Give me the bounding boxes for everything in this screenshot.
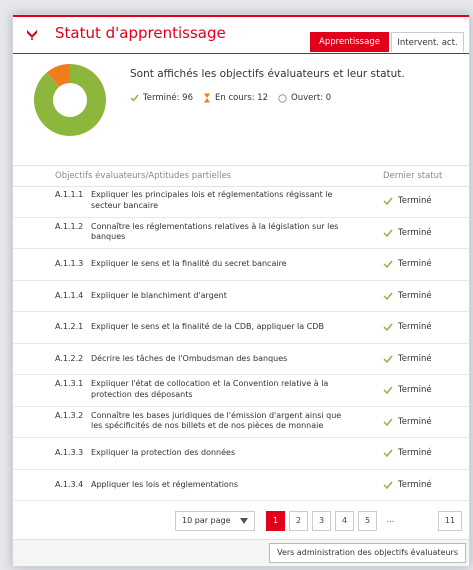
row-code: A.1.3.4 xyxy=(55,479,84,489)
row-code: A.1.3.1 xyxy=(55,379,84,388)
row-description: Expliquer le blanchiment d'argent xyxy=(91,290,227,300)
row-status: Terminé xyxy=(383,228,432,238)
check-icon xyxy=(383,323,393,331)
page-button-5[interactable]: 5 xyxy=(358,511,377,531)
row-status: Terminé xyxy=(383,196,432,206)
table-row[interactable]: A.1.3.2 Connaître les bases juridiques d… xyxy=(13,407,469,438)
row-code: A.1.2.1 xyxy=(55,322,84,331)
col-objectives-header: Objectifs évaluateurs/Aptitudes partiell… xyxy=(55,171,232,181)
check-icon xyxy=(383,292,393,300)
row-description: Décrire les tâches de l'Ombudsman des ba… xyxy=(91,353,288,363)
tab-intervent-act[interactable]: Intervent. act. xyxy=(391,32,464,52)
table-row[interactable]: A.1.2.1 Expliquer le sens et la finalité… xyxy=(13,312,469,344)
row-status: Terminé xyxy=(383,417,432,427)
row-description: Expliquer le sens et la finalité du secr… xyxy=(91,259,287,268)
row-code: A.1.3.2 xyxy=(55,410,84,420)
page-title: Statut d'apprentissage xyxy=(55,24,226,42)
row-status-label: Terminé xyxy=(398,448,432,458)
row-description: Appliquer les lois et réglementations xyxy=(91,479,239,489)
table-row[interactable]: A.1.3.4 Appliquer les lois et réglementa… xyxy=(13,470,469,501)
row-status-label: Terminé xyxy=(398,259,432,269)
row-status: Terminé xyxy=(383,385,432,395)
row-code: A.1.3.3 xyxy=(55,448,84,457)
circle-icon xyxy=(278,93,287,103)
check-icon xyxy=(383,481,393,489)
row-description: Connaître les bases juridiques de l'émis… xyxy=(91,410,342,431)
stat-done: Terminé: 96 xyxy=(130,93,193,103)
check-icon xyxy=(130,94,139,102)
row-status-label: Terminé xyxy=(398,385,432,395)
table-row[interactable]: A.1.1.4 Expliquer le blanchiment d'argen… xyxy=(13,281,469,312)
stat-open-label: Ouvert: xyxy=(291,93,324,103)
status-counts: Terminé: 96 En cours: 12 Ouvert: 0 xyxy=(130,93,341,103)
page-button-4[interactable]: 4 xyxy=(335,511,354,531)
row-status-label: Terminé xyxy=(398,227,432,238)
table-row[interactable]: A.1.1.2 Connaître les réglementations re… xyxy=(13,218,469,249)
caret-down-icon xyxy=(240,518,248,524)
check-icon xyxy=(383,386,393,394)
row-status-label: Terminé xyxy=(398,196,432,206)
row-status-label: Terminé xyxy=(398,353,432,364)
stat-in-progress: En cours: 12 xyxy=(203,93,268,103)
table-row[interactable]: A.1.1.1 Expliquer les principales lois e… xyxy=(13,186,469,218)
row-description: Expliquer les principales lois et réglem… xyxy=(91,190,333,210)
check-icon xyxy=(383,260,393,268)
stat-done-count: 96 xyxy=(182,93,193,103)
row-status-label: Terminé xyxy=(398,479,432,490)
table-header: Objectifs évaluateurs/Aptitudes partiell… xyxy=(13,165,469,187)
stat-open-count: 0 xyxy=(325,93,332,103)
panel-header: Statut d'apprentissage Apprentissage Int… xyxy=(13,15,469,54)
hourglass-icon xyxy=(203,93,210,103)
stat-open: Ouvert: 0 xyxy=(278,93,331,103)
check-icon xyxy=(383,418,393,426)
stat-done-label: Terminé: xyxy=(143,93,180,103)
row-status: Terminé xyxy=(383,480,432,490)
row-status-label: Terminé xyxy=(398,416,432,427)
learning-status-panel: Statut d'apprentissage Apprentissage Int… xyxy=(12,14,470,567)
page-button-3[interactable]: 3 xyxy=(312,511,331,531)
graduation-icon xyxy=(27,30,37,40)
row-status-label: Terminé xyxy=(398,322,432,332)
page-button-11[interactable]: 11 xyxy=(438,511,462,531)
row-description: Expliquer la protection des données xyxy=(91,448,236,457)
check-icon xyxy=(383,197,393,205)
col-status-header: Dernier statut xyxy=(383,171,443,181)
page-ellipsis: ... xyxy=(386,515,395,524)
objectives-table: A.1.1.1 Expliquer les principales lois e… xyxy=(13,186,469,501)
per-page-value: 10 par page xyxy=(182,516,231,525)
row-description: Connaître les réglementations relatives … xyxy=(91,221,339,242)
check-icon xyxy=(383,449,393,457)
panel-footer: Vers administration des objectifs évalua… xyxy=(13,539,469,566)
row-description: Expliquer le sens et la finalité de la C… xyxy=(91,322,324,331)
objectives-admin-button[interactable]: Vers administration des objectifs évalua… xyxy=(269,543,466,563)
row-status: Terminé xyxy=(383,259,432,269)
summary-text: Sont affichés les objectifs évaluateurs … xyxy=(130,68,405,80)
table-row[interactable]: A.1.3.3 Expliquer la protection des donn… xyxy=(13,438,469,470)
stat-progress-count: 12 xyxy=(257,93,269,103)
check-icon xyxy=(383,229,393,237)
pagination: 10 par page 1 2 3 4 5 ... 11 xyxy=(13,511,469,533)
row-code: A.1.1.2 xyxy=(55,221,84,231)
row-code: A.1.1.3 xyxy=(55,259,84,268)
page-button-2[interactable]: 2 xyxy=(289,511,308,531)
check-icon xyxy=(383,355,393,363)
row-status: Terminé xyxy=(383,448,432,458)
row-code: A.1.2.2 xyxy=(55,353,84,363)
row-status-label: Terminé xyxy=(398,290,432,301)
per-page-select[interactable]: 10 par page xyxy=(175,511,255,531)
page-button-1[interactable]: 1 xyxy=(266,511,285,531)
row-status: Terminé xyxy=(383,291,432,301)
status-donut-chart xyxy=(34,64,106,136)
stat-progress-label: En cours: xyxy=(214,93,255,103)
row-code: A.1.1.1 xyxy=(55,190,84,199)
table-row[interactable]: A.1.1.3 Expliquer le sens et la finalité… xyxy=(13,249,469,281)
table-row[interactable]: A.1.2.2 Décrire les tâches de l'Ombudsma… xyxy=(13,344,469,375)
row-description: Expliquer l'état de collocation et la Co… xyxy=(91,379,329,399)
row-status: Terminé xyxy=(383,354,432,364)
tab-apprentissage[interactable]: Apprentissage xyxy=(310,32,389,52)
row-status: Terminé xyxy=(383,322,432,332)
table-row[interactable]: A.1.3.1 Expliquer l'état de collocation … xyxy=(13,375,469,407)
row-code: A.1.1.4 xyxy=(55,290,84,300)
